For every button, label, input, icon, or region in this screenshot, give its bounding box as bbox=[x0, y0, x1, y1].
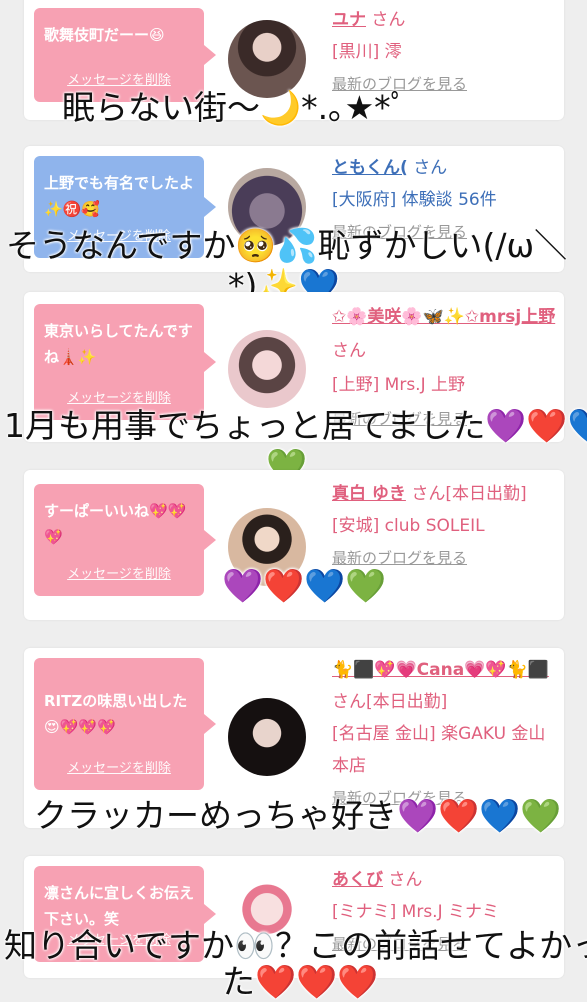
message-bubble: RITZの味思い出した😍💖💖💖 メッセージを削除 bbox=[34, 658, 216, 790]
comment-overlay: 1月も用事でちょっと居てました💜❤️💙 bbox=[4, 406, 587, 445]
honorific: さん bbox=[388, 870, 423, 890]
comment-overlay: そうなんですか🥺💦恥ずかしい(/ω＼ bbox=[6, 226, 568, 265]
message-bubble: すーぱーいいね💖💖💖 メッセージを削除 bbox=[34, 484, 216, 596]
comment-overlay: 💜❤️💙💚 bbox=[222, 566, 387, 605]
comment-overlay: 眠らない街〜🌙*.｡★*ﾟ bbox=[62, 88, 408, 127]
message-bubble: 東京いらしてたんですね🗼✨ メッセージを削除 bbox=[34, 304, 216, 420]
comment-overlay: た❤️❤️❤️ bbox=[222, 962, 379, 1001]
user-name-link[interactable]: 🐈⬛💖💗Cana💗💖🐈⬛ bbox=[332, 660, 549, 680]
shop-info: [ミナミ] Mrs.J ミナミ bbox=[332, 902, 500, 922]
user-name-link[interactable]: ユナ bbox=[332, 10, 366, 30]
shop-info: [黒川] 澪 bbox=[332, 42, 402, 62]
delete-message-link[interactable]: メッセージを削除 bbox=[34, 562, 204, 588]
message-text: 歌舞伎町だーー😆 bbox=[44, 26, 165, 44]
user-name-link[interactable]: ✩🌸美咲🌸🦋✨✩mrsj上野 bbox=[332, 307, 555, 327]
shop-info: [大阪府] 体験談 56件 bbox=[332, 190, 497, 210]
avatar[interactable] bbox=[228, 330, 306, 408]
avatar[interactable] bbox=[228, 698, 306, 776]
delete-message-link[interactable]: メッセージを削除 bbox=[34, 756, 204, 782]
user-name-link[interactable]: 真白 ゆき bbox=[332, 484, 406, 504]
avatar[interactable] bbox=[228, 20, 306, 98]
comment-overlay: クラッカーめっちゃ好き💜❤️💙💚 bbox=[34, 796, 562, 835]
message-text: 凛さんに宜しくお伝え下さい。笑 bbox=[44, 884, 195, 928]
message-text: すーぱーいいね💖💖💖 bbox=[44, 502, 187, 546]
shop-info: [名古屋 金山] 楽GAKU 金山本店 bbox=[332, 724, 546, 776]
message-feed: 歌舞伎町だーー😆 メッセージを削除 ユナ さん [黒川] 澪 最新のブログを見る… bbox=[0, 0, 587, 1001]
comment-overlay: 知り合いですか👀？この前話せてよかっ bbox=[4, 926, 587, 965]
user-name-link[interactable]: あくび bbox=[332, 870, 383, 890]
honorific: さん[本日出勤] bbox=[411, 484, 527, 504]
honorific: さん bbox=[371, 10, 406, 30]
honorific: さん[本日出勤] bbox=[332, 692, 448, 712]
message-text: 上野でも有名でしたよ✨㊗️🥰 bbox=[44, 174, 195, 218]
message-text: 東京いらしてたんですね🗼✨ bbox=[44, 322, 193, 366]
honorific: さん bbox=[413, 158, 448, 178]
message-text: RITZの味思い出した😍💖💖💖 bbox=[44, 692, 188, 736]
shop-info: [上野] Mrs.J 上野 bbox=[332, 375, 466, 395]
user-name-link[interactable]: ともくん( bbox=[332, 158, 408, 178]
shop-info: [安城] club SOLEIL bbox=[332, 516, 485, 536]
honorific: さん bbox=[332, 341, 366, 361]
